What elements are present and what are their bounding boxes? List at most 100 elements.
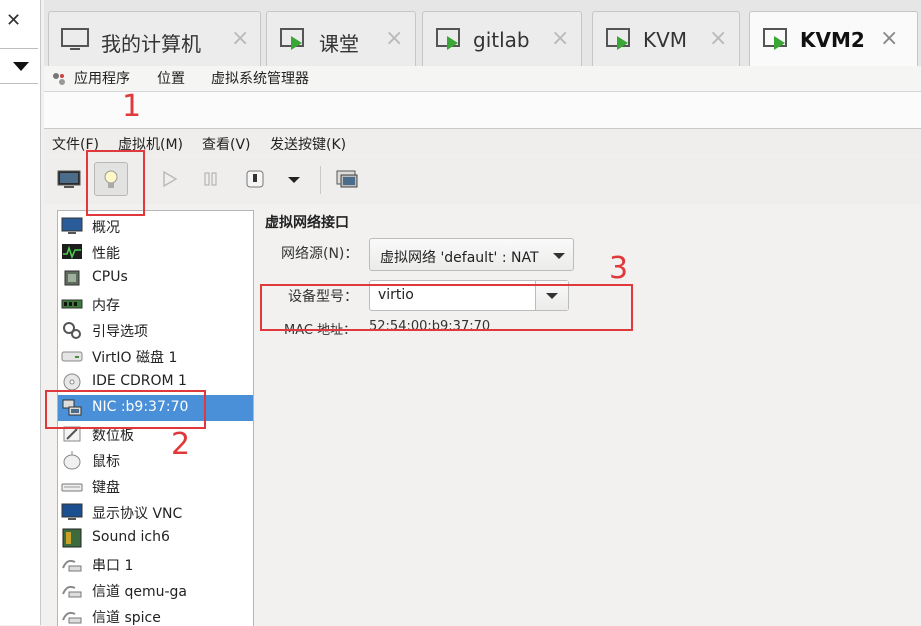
fullscreen-icon — [336, 170, 358, 188]
annotation-number-1: 1 — [122, 89, 142, 124]
list-item-channel-spice[interactable]: 信道 spice — [58, 603, 253, 626]
list-item-boot-options[interactable]: 引导选项 — [58, 317, 253, 343]
overview-icon — [61, 217, 83, 234]
list-item-overview[interactable]: 概况 — [58, 213, 253, 239]
network-source-value: 虚拟网络 'default' : NAT — [380, 250, 539, 266]
annotation-box-3 — [260, 284, 633, 331]
vm-console-icon — [763, 28, 787, 50]
list-item-serial[interactable]: 串口 1 — [58, 551, 253, 577]
display-icon — [61, 503, 83, 520]
tab-close-icon[interactable]: × — [880, 26, 898, 51]
left-dropdown[interactable] — [0, 48, 38, 84]
list-item-label: 鼠标 — [92, 454, 120, 470]
tab-label: 课堂 — [319, 32, 359, 56]
app-menu-bar: 应用程序 位置 虚拟系统管理器 — [44, 66, 921, 92]
sound-icon — [62, 528, 82, 548]
tab-close-icon[interactable]: × — [231, 26, 249, 51]
list-item-memory[interactable]: 内存 — [58, 291, 253, 317]
list-item-mouse[interactable]: 鼠标 — [58, 447, 253, 473]
tab-label: 我的计算机 — [101, 32, 201, 56]
close-icon[interactable]: ✕ — [6, 10, 21, 31]
power-icon — [246, 170, 264, 188]
tab-label: KVM2 — [800, 28, 865, 52]
menu-send-key[interactable]: 发送按键(K) — [270, 134, 346, 154]
list-item-label: CPUs — [92, 269, 128, 285]
list-item-label: 性能 — [92, 246, 120, 262]
chevron-down-icon — [553, 253, 565, 259]
keyboard-icon — [61, 483, 83, 492]
channel-icon — [62, 611, 82, 624]
chevron-down-icon — [13, 62, 29, 71]
list-item-keyboard[interactable]: 键盘 — [58, 473, 253, 499]
tab-close-icon[interactable]: × — [709, 26, 727, 51]
list-item-sound[interactable]: Sound ich6 — [58, 525, 253, 551]
menu-applications[interactable]: 应用程序 — [74, 68, 130, 88]
tab-gitlab[interactable]: gitlab × — [422, 11, 582, 66]
window-menu-bar: 文件(F) 虚拟机(M) 查看(V) 发送按键(K) — [44, 129, 921, 155]
tab-classroom[interactable]: 课堂 × — [266, 11, 416, 66]
list-item-label: 概况 — [92, 220, 120, 236]
monitor-icon — [57, 170, 81, 188]
tab-close-icon[interactable]: × — [385, 26, 403, 51]
computer-monitor-icon — [61, 28, 89, 50]
annotation-number-2: 2 — [171, 427, 191, 462]
channel-icon — [62, 585, 82, 598]
shutdown-menu-button[interactable] — [276, 162, 310, 196]
network-source-select[interactable]: 虚拟网络 'default' : NAT — [369, 238, 574, 271]
disk-icon — [61, 351, 83, 362]
run-button[interactable] — [152, 162, 186, 196]
pause-icon — [204, 172, 217, 186]
applications-icon — [53, 73, 65, 85]
tab-close-icon[interactable]: × — [551, 26, 569, 51]
console-button[interactable] — [52, 162, 86, 196]
cpu-icon — [64, 270, 80, 286]
mouse-icon — [63, 451, 81, 470]
list-item-label: 串口 1 — [92, 558, 134, 574]
empty-bar — [44, 92, 921, 129]
fullscreen-button[interactable] — [330, 162, 364, 196]
network-source-label: 网络源(N)： — [281, 246, 359, 262]
vm-console-icon — [280, 28, 304, 50]
tab-bar: 我的计算机 × 课堂 × gitlab × KVM × KVM2 × — [44, 0, 921, 67]
pause-button[interactable] — [194, 162, 228, 196]
toolbar — [44, 156, 921, 204]
details-title: 虚拟网络接口 — [265, 215, 349, 231]
tab-label: gitlab — [473, 28, 530, 52]
list-item-label: 键盘 — [92, 480, 120, 496]
list-item-display-vnc[interactable]: 显示协议 VNC — [58, 499, 253, 525]
list-item-label: VirtIO 磁盘 1 — [92, 350, 178, 366]
list-item-label: 引导选项 — [92, 324, 148, 340]
list-item-cpus[interactable]: CPUs — [58, 265, 253, 291]
play-icon — [163, 170, 178, 188]
tab-label: KVM — [643, 28, 688, 52]
tab-kvm2[interactable]: KVM2 × — [749, 11, 918, 66]
toolbar-separator — [320, 166, 321, 194]
list-item-label: 内存 — [92, 298, 120, 314]
menu-view[interactable]: 查看(V) — [202, 134, 251, 154]
menu-virt-manager[interactable]: 虚拟系统管理器 — [211, 68, 309, 88]
list-item-label: IDE CDROM 1 — [92, 373, 187, 389]
menu-places[interactable]: 位置 — [157, 68, 185, 88]
annotation-number-3: 3 — [609, 251, 629, 286]
boot-options-icon — [63, 322, 81, 339]
cdrom-icon — [63, 373, 81, 391]
performance-icon — [62, 244, 82, 260]
list-item-label: 显示协议 VNC — [92, 506, 183, 522]
annotation-box-2 — [45, 390, 206, 429]
list-item-label: 信道 qemu-ga — [92, 584, 187, 600]
list-item-label: 信道 spice — [92, 610, 161, 626]
tab-kvm[interactable]: KVM × — [592, 11, 740, 66]
list-item-channel-qemu-ga[interactable]: 信道 qemu-ga — [58, 577, 253, 603]
list-item-performance[interactable]: 性能 — [58, 239, 253, 265]
annotation-box-1 — [86, 150, 145, 216]
tab-my-computer[interactable]: 我的计算机 × — [48, 11, 261, 66]
serial-icon — [62, 559, 82, 572]
list-item-label: Sound ich6 — [92, 529, 170, 545]
left-panel — [0, 0, 41, 625]
shutdown-button[interactable] — [238, 162, 272, 196]
list-item-virtio-disk[interactable]: VirtIO 磁盘 1 — [58, 343, 253, 369]
memory-icon — [61, 299, 83, 309]
vm-console-icon — [606, 28, 630, 50]
vm-console-icon — [436, 28, 460, 50]
chevron-down-icon — [288, 177, 300, 183]
